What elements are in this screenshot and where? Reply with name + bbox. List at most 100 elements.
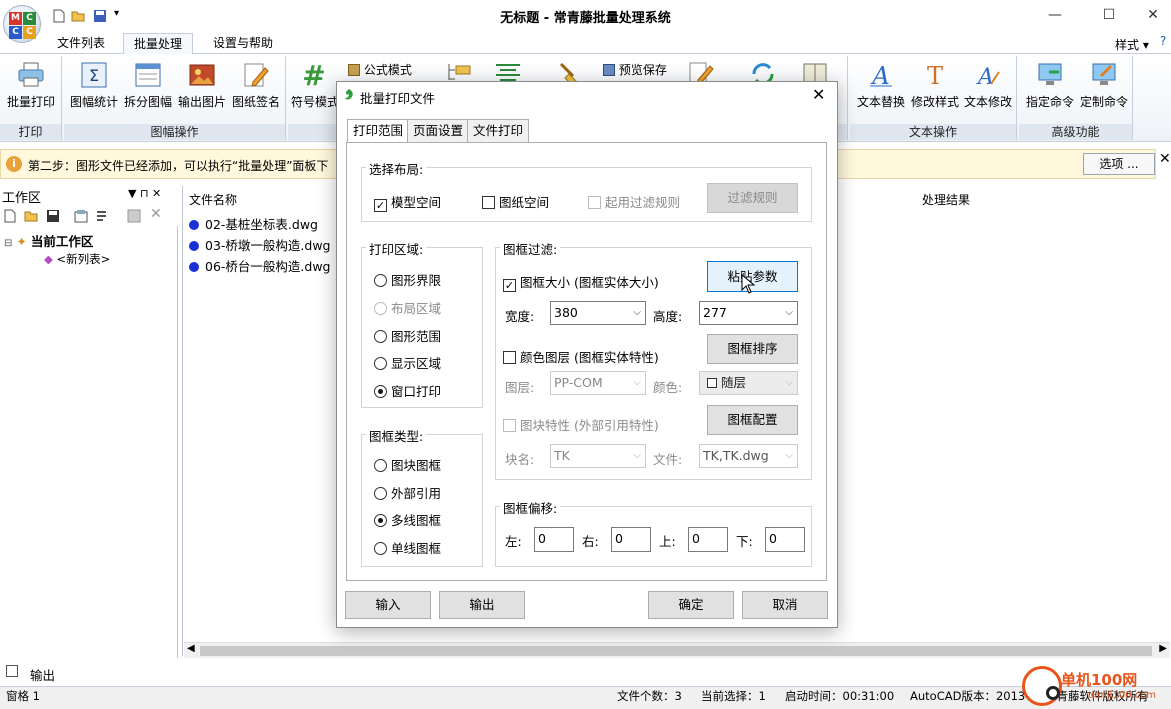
- radio-graphic-limits[interactable]: 图形界限: [374, 270, 441, 289]
- export-image-button[interactable]: 输出图片: [176, 60, 228, 116]
- filter-rules-button[interactable]: 过滤规则: [707, 183, 798, 213]
- collapse-icon[interactable]: ⊟: [4, 238, 12, 249]
- import-button[interactable]: 输入: [345, 591, 431, 619]
- column-header-file-name[interactable]: 文件名称: [189, 191, 237, 208]
- tree-root[interactable]: ⊟ ✦ 当前工作区: [4, 231, 93, 250]
- color-layer-checkbox[interactable]: 颜色图层 (图框实体特性): [503, 347, 659, 366]
- file-row[interactable]: 06-桥台一般构造.dwg: [189, 256, 330, 276]
- new-list-icon[interactable]: [3, 209, 17, 223]
- ok-button[interactable]: 确定: [648, 591, 734, 619]
- scroll-right-icon[interactable]: ▶: [1159, 643, 1167, 654]
- cancel-button[interactable]: 取消: [742, 591, 828, 619]
- width-combobox[interactable]: 380 ⌵: [550, 301, 646, 325]
- text-edit-icon: A: [976, 65, 1000, 90]
- preview-save-button[interactable]: 预览保存: [603, 61, 667, 78]
- chevron-down-icon[interactable]: ⌵: [633, 445, 641, 467]
- scrollbar-thumb[interactable]: [200, 646, 1152, 656]
- formula-mode-button[interactable]: 公式模式: [348, 61, 412, 78]
- monitor-arrow-icon: [1038, 63, 1062, 85]
- maximize-button[interactable]: ☐: [1094, 4, 1124, 26]
- close-button[interactable]: ✕: [1138, 4, 1168, 26]
- modify-style-button[interactable]: T 修改样式: [908, 60, 962, 116]
- sign-drawing-button[interactable]: 图纸签名: [229, 60, 283, 116]
- frame-size-checkbox[interactable]: ✓ 图框大小 (图框实体大小): [503, 272, 659, 292]
- save-list-icon[interactable]: [46, 209, 60, 223]
- workspace-pane-controls[interactable]: ▼ ⊓ ✕: [128, 187, 161, 200]
- enable-filter-checkbox[interactable]: 起用过滤规则: [588, 192, 680, 211]
- radio-display-area[interactable]: 显示区域: [374, 353, 441, 372]
- delete-icon[interactable]: ✕: [150, 206, 162, 222]
- horizontal-scrollbar[interactable]: ◀ ▶: [184, 642, 1170, 658]
- text-replace-label: 文本替换: [856, 95, 905, 109]
- chevron-down-icon[interactable]: ⌵: [785, 302, 793, 324]
- radio-label: 图形界限: [391, 273, 442, 288]
- radio-multiline-frame[interactable]: 多线图框: [374, 510, 441, 529]
- offset-left-input[interactable]: 0: [534, 527, 574, 552]
- radio-layout-area[interactable]: 布局区域: [374, 298, 441, 317]
- scroll-left-icon[interactable]: ◀: [187, 643, 195, 654]
- file-row[interactable]: 03-桥墩一般构造.dwg: [189, 235, 330, 255]
- symbol-mode-label: 符号模式: [291, 95, 337, 109]
- offset-top-input[interactable]: 0: [688, 527, 728, 552]
- block-name-combobox[interactable]: TK ⌵: [550, 444, 646, 468]
- sign-drawing-label: 图纸签名: [231, 95, 280, 109]
- height-combobox[interactable]: 277 ⌵: [699, 301, 798, 325]
- assign-command-button[interactable]: 指定命令: [1024, 60, 1076, 116]
- split-frame-button[interactable]: 拆分图幅: [122, 60, 174, 116]
- chevron-down-icon[interactable]: ⌵: [785, 372, 793, 394]
- tab-settings-help[interactable]: 设置与帮助: [203, 33, 283, 54]
- info-bar-close-icon[interactable]: ✕: [1159, 151, 1171, 167]
- chevron-down-icon[interactable]: ⌵: [633, 302, 641, 324]
- options-button[interactable]: 选项 ...: [1083, 153, 1155, 175]
- chevron-down-icon[interactable]: ⌵: [633, 372, 641, 394]
- frame-stats-button[interactable]: Σ 图幅统计: [68, 60, 120, 116]
- list-add-icon[interactable]: [96, 209, 110, 223]
- properties-icon[interactable]: [74, 209, 88, 223]
- text-replace-button[interactable]: A 文本替换: [855, 60, 907, 116]
- paper-space-checkbox[interactable]: 图纸空间: [482, 192, 549, 211]
- app-logo-button[interactable]: M C C C: [3, 5, 41, 43]
- file-status-dot: [189, 220, 199, 230]
- column-header-result[interactable]: 处理结果: [922, 191, 970, 208]
- export-button[interactable]: 输出: [439, 591, 525, 619]
- paper-space-label: 图纸空间: [499, 195, 550, 210]
- batch-print-button[interactable]: 批量打印: [4, 60, 58, 116]
- frame-config-button[interactable]: 图框配置: [707, 405, 798, 435]
- block-attr-checkbox[interactable]: 图块特性 (外部引用特性): [503, 415, 659, 434]
- offset-bottom-input[interactable]: 0: [765, 527, 805, 552]
- tree-item-new-list[interactable]: ◆ <新列表>: [44, 251, 110, 267]
- custom-command-button[interactable]: 定制命令: [1077, 60, 1131, 116]
- chevron-down-icon[interactable]: ⌵: [785, 445, 793, 467]
- offset-right-input[interactable]: 0: [611, 527, 651, 552]
- model-space-checkbox[interactable]: ✓ 模型空间: [374, 192, 441, 212]
- grid-icon[interactable]: [127, 209, 141, 223]
- file-status-dot: [189, 241, 199, 251]
- radio-window-print[interactable]: 窗口打印: [374, 381, 441, 400]
- style-menu[interactable]: 样式 ▾: [1115, 36, 1149, 53]
- text-modify-button[interactable]: A 文本修改: [962, 60, 1014, 116]
- tab-batch-process[interactable]: 批量处理: [123, 33, 194, 55]
- radio-label: 显示区域: [391, 356, 442, 371]
- dialog-close-icon[interactable]: ✕: [812, 85, 825, 104]
- color-combobox[interactable]: 随层 ⌵: [699, 371, 798, 395]
- symbol-mode-button[interactable]: # 符号模式: [291, 60, 337, 116]
- tab-file-print[interactable]: 文件打印: [467, 119, 530, 142]
- dialog-app-icon: [345, 89, 353, 100]
- radio-singleline-frame[interactable]: 单线图框: [374, 538, 441, 557]
- radio-external-ref[interactable]: 外部引用: [374, 483, 441, 502]
- tab-file-list[interactable]: 文件列表: [47, 33, 115, 54]
- file-row[interactable]: 02-基桩坐标表.dwg: [189, 214, 318, 234]
- svg-text:A: A: [976, 65, 994, 90]
- radio-block-frame[interactable]: 图块图框: [374, 455, 441, 474]
- tab-print-range[interactable]: 打印范围: [347, 119, 410, 143]
- open-list-icon[interactable]: [24, 209, 38, 223]
- status-pane: 窗格 1: [6, 689, 40, 703]
- frame-sort-button[interactable]: 图框排序: [707, 334, 798, 364]
- help-icon[interactable]: ?: [1160, 34, 1166, 48]
- file-combobox[interactable]: TK,TK.dwg ⌵: [699, 444, 798, 468]
- tab-page-setup[interactable]: 页面设置: [407, 119, 470, 142]
- radio-graphic-extent[interactable]: 图形范围: [374, 326, 441, 345]
- minimize-button[interactable]: —: [1040, 4, 1070, 26]
- layer-combobox[interactable]: PP-COM ⌵: [550, 371, 646, 395]
- output-tab[interactable]: 输出: [0, 663, 100, 683]
